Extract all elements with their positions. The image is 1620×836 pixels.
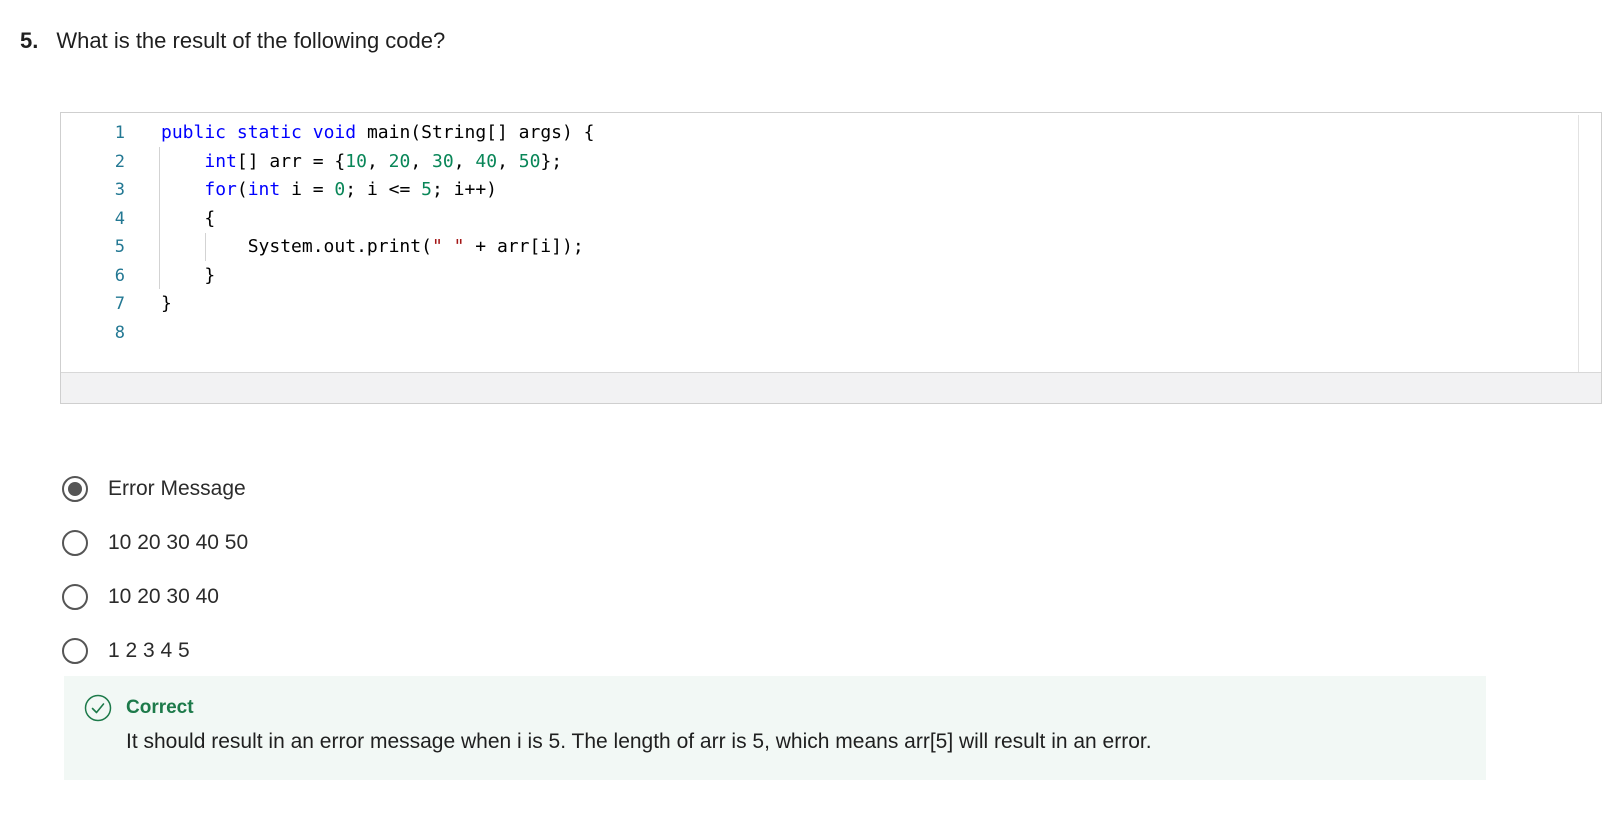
code-editor-content: 1 2 3 4 5 6 7 8 public static void main(String[…: [63, 115, 1579, 374]
code-token: ; i++): [431, 179, 497, 200]
line-number-gutter: 1 2 3 4 5 6 7 8: [63, 119, 125, 347]
feedback-text: It should result in an error message whe…: [126, 730, 1152, 753]
line-number: 4: [114, 208, 125, 229]
feedback-title: Correct: [126, 697, 194, 718]
answer-option[interactable]: Error Message: [62, 462, 248, 516]
question-number: 5.: [20, 28, 39, 53]
code-token: System.out.print(: [161, 236, 432, 257]
code-token: }: [161, 293, 172, 314]
radio-selected-icon[interactable]: [62, 476, 88, 502]
code-line: public static void main(String[] args) {: [161, 119, 595, 148]
code-line: int[] arr = {10, 20, 30, 40, 50};: [161, 148, 595, 177]
code-editor-footer: [61, 372, 1601, 403]
code-token: int: [247, 179, 281, 200]
code-token: };: [540, 150, 563, 172]
radio-icon[interactable]: [62, 584, 88, 610]
code-token: " ": [431, 236, 465, 257]
code-token: main(String[] args) {: [356, 122, 595, 143]
code-line: System.out.print(" " + arr[i]);: [161, 233, 595, 262]
code-token: ,: [366, 150, 389, 172]
code-token: 40: [475, 150, 498, 172]
code-line: }: [161, 262, 595, 291]
line-number: 7: [114, 294, 125, 314]
code-token: 10: [345, 150, 367, 172]
code-lines: public static void main(String[] args) {…: [161, 119, 595, 347]
line-number: 5: [114, 237, 125, 257]
code-token: for: [204, 179, 237, 200]
code-token: int: [204, 150, 237, 172]
code-token: ,: [497, 150, 519, 172]
line-number: 8: [114, 322, 125, 343]
code-token: 30: [432, 150, 454, 172]
line-number: 6: [114, 265, 125, 286]
radio-icon[interactable]: [62, 638, 88, 664]
code-token: + arr[i]);: [464, 236, 584, 257]
answer-label: 10 20 30 40 50: [108, 531, 249, 554]
code-line: }: [161, 290, 595, 319]
code-token: }: [161, 264, 216, 286]
check-circle-icon: [84, 694, 112, 722]
code-token: 0: [334, 179, 346, 200]
code-token: public: [161, 122, 227, 143]
code-token: {: [161, 207, 216, 229]
code-token: static: [236, 122, 302, 143]
code-token: 20: [388, 150, 411, 172]
answer-option[interactable]: 1 2 3 4 5: [62, 624, 248, 678]
indent-guide: [159, 147, 160, 289]
code-token: ,: [453, 150, 476, 172]
code-token: 5: [421, 179, 432, 200]
code-token: void: [312, 122, 357, 143]
code-token: ; i <=: [345, 179, 422, 200]
feedback-panel: Correct It should result in an error mes…: [64, 676, 1486, 780]
radio-icon[interactable]: [62, 530, 88, 556]
answer-option[interactable]: 10 20 30 40: [62, 570, 248, 624]
code-line: {: [161, 205, 595, 234]
line-number: 3: [114, 180, 125, 200]
answer-options: Error Message 10 20 30 40 50 10 20 30 40 1 …: [62, 462, 248, 678]
code-token: 50: [518, 150, 541, 172]
answer-label: 10 20 30 40: [108, 585, 219, 608]
code-editor: 1 2 3 4 5 6 7 8 public static void main(String[…: [60, 112, 1602, 404]
code-token: ,: [410, 150, 432, 172]
code-token: (: [236, 179, 248, 200]
line-number: 2: [114, 151, 125, 172]
question-prompt: 5. What is the result of the following co…: [20, 26, 445, 56]
question-text: What is the result of the following code…: [56, 28, 446, 53]
answer-option[interactable]: 10 20 30 40 50: [62, 516, 248, 570]
code-token: i =: [280, 179, 335, 200]
code-line: for(int i = 0; i <= 5; i++): [161, 176, 595, 205]
answer-label: Error Message: [108, 477, 246, 500]
answer-label: 1 2 3 4 5: [108, 639, 190, 662]
line-number: 1: [114, 123, 125, 143]
indent-guide: [205, 233, 206, 261]
code-token: [] arr = {: [236, 150, 346, 172]
